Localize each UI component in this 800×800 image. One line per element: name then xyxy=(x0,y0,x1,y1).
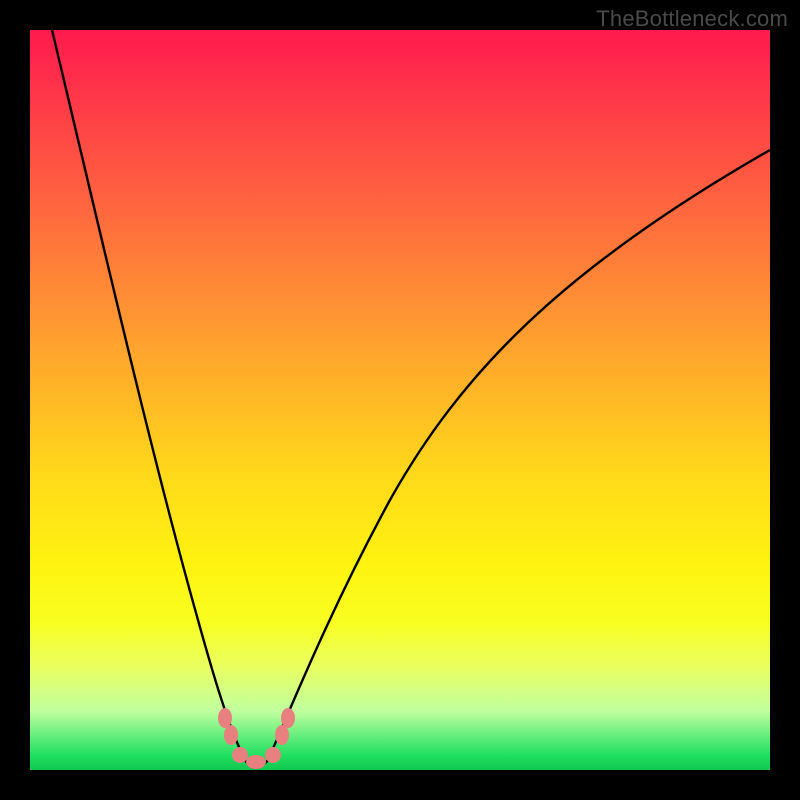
watermark-text: TheBottleneck.com xyxy=(596,6,788,32)
chart-plot-area xyxy=(30,30,770,770)
marker-group xyxy=(218,708,295,769)
marker-dot xyxy=(232,747,248,763)
marker-dot xyxy=(224,725,238,745)
curve-left xyxy=(52,30,245,760)
marker-dot xyxy=(275,725,289,745)
marker-dot xyxy=(246,755,266,769)
marker-dot xyxy=(281,708,295,728)
marker-dot xyxy=(218,708,232,728)
marker-dot xyxy=(265,747,281,763)
bottleneck-curve xyxy=(30,30,770,770)
curve-right xyxy=(268,150,770,760)
